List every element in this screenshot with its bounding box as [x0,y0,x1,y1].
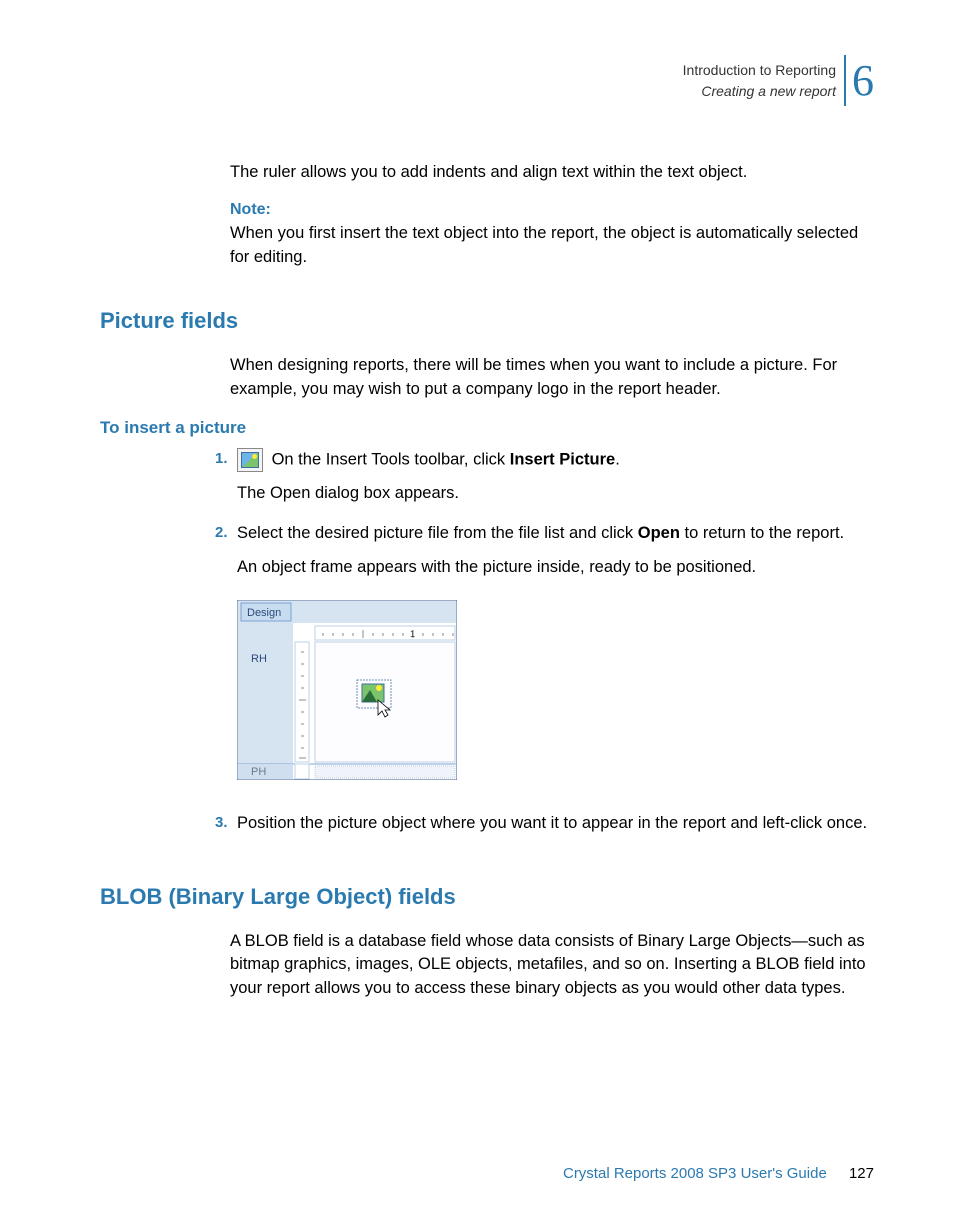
ruler-mark-1: 1 [410,629,415,639]
step1-text-after: . [615,450,620,468]
picture-fields-heading: Picture fields [100,308,874,334]
step-row: 3. Position the picture object where you… [215,812,874,846]
design-tab-label: Design [247,607,281,619]
page-footer: Crystal Reports 2008 SP3 User's Guide 12… [563,1165,874,1182]
blob-fields-content: A BLOB field is a database field whose d… [230,930,874,1002]
page-header: Introduction to Reporting Creating a new… [100,55,874,106]
step-number: 3. [215,812,237,831]
header-topic: Introduction to Reporting [683,60,836,81]
picture-fields-content: When designing reports, there will be ti… [230,354,874,402]
note-text: When you first insert the text object in… [230,222,874,270]
step-row: 1. On the Insert Tools toolbar, click In… [215,448,874,516]
header-subtopic: Creating a new report [683,81,836,102]
step-number: 2. [215,522,237,541]
step1-bold: Insert Picture [510,450,615,468]
step-body: Select the desired picture file from the… [237,522,874,798]
picture-fields-intro: When designing reports, there will be ti… [230,354,874,402]
intro-content: The ruler allows you to add indents and … [230,161,874,270]
document-page: Introduction to Reporting Creating a new… [0,0,954,1227]
step1-followup: The Open dialog box appears. [237,482,874,506]
insert-picture-icon [237,448,263,472]
rh-section-label: RH [251,653,267,665]
step2-text-before: Select the desired picture file from the… [237,524,638,542]
blob-fields-heading: BLOB (Binary Large Object) fields [100,884,874,910]
ph-section-label: PH [251,766,266,778]
design-tab-screenshot: Design [237,600,457,780]
step2-bold: Open [638,524,680,542]
step-row: 2. Select the desired picture file from … [215,522,874,798]
ruler-info-text: The ruler allows you to add indents and … [230,161,874,185]
step-body: On the Insert Tools toolbar, click Inser… [237,448,874,516]
blob-fields-intro: A BLOB field is a database field whose d… [230,930,874,1002]
step2-followup: An object frame appears with the picture… [237,556,874,580]
step-number: 1. [215,448,237,467]
step2-text-after: to return to the report. [680,524,844,542]
to-insert-picture-heading: To insert a picture [100,418,874,438]
footer-title: Crystal Reports 2008 SP3 User's Guide [563,1165,827,1182]
header-text-block: Introduction to Reporting Creating a new… [683,60,836,102]
step3-text: Position the picture object where you wa… [237,814,867,832]
step-body: Position the picture object where you wa… [237,812,874,846]
chapter-number: 6 [844,55,874,106]
footer-page-number: 127 [849,1165,874,1182]
note-label: Note: [230,201,874,219]
step1-text-before: On the Insert Tools toolbar, click [267,450,510,468]
